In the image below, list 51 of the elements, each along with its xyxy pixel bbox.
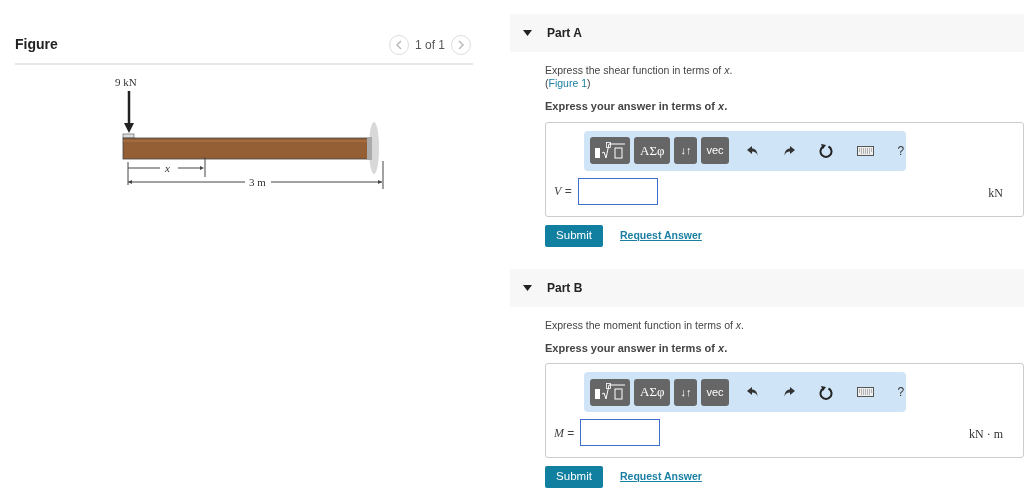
- answer-instruction: Express your answer in terms of x.: [545, 99, 729, 114]
- load-label: 9 kN: [115, 76, 137, 88]
- help-button[interactable]: ?: [897, 141, 905, 160]
- wall-support: [367, 122, 379, 174]
- figure-reference: (Figure 1): [545, 77, 592, 90]
- load-plate: [122, 133, 135, 139]
- part-header[interactable]: Part B: [510, 268, 1024, 307]
- part-header[interactable]: Part A: [510, 14, 1024, 52]
- vec-button[interactable]: vec: [701, 378, 729, 406]
- template-button[interactable]: [590, 137, 630, 164]
- template-icon: [594, 383, 626, 401]
- keyboard-icon[interactable]: [856, 145, 874, 156]
- greek-button[interactable]: ΑΣφ: [634, 137, 671, 164]
- x-label: x: [165, 162, 170, 174]
- submit-button[interactable]: Submit: [545, 224, 603, 247]
- template-button[interactable]: [590, 378, 630, 406]
- collapse-icon[interactable]: [523, 284, 532, 291]
- vec-button[interactable]: vec: [701, 137, 729, 164]
- arrows-button[interactable]: ↓↑: [674, 378, 698, 406]
- help-button[interactable]: ?: [897, 383, 905, 401]
- variable-label: V =: [554, 183, 572, 200]
- request-answer-link[interactable]: Request Answer: [620, 469, 702, 485]
- question-prompt: Express the moment function in terms of x.: [545, 317, 745, 332]
- figure-title: Figure: [15, 35, 58, 54]
- request-answer-link[interactable]: Request Answer: [620, 227, 702, 244]
- undo-icon[interactable]: [746, 145, 759, 156]
- submit-button[interactable]: Submit: [545, 466, 603, 488]
- part-title: Part B: [547, 279, 583, 297]
- chevron-right-icon: [457, 39, 465, 50]
- length-label: 3 m: [249, 176, 266, 188]
- chevron-left-icon: [394, 39, 403, 50]
- unit-label: kN · m: [969, 426, 1003, 443]
- load-arrow: [124, 91, 134, 133]
- reset-icon[interactable]: [818, 384, 833, 400]
- answer-instruction: Express your answer in terms of x.: [545, 340, 729, 356]
- page-counter: 1 of 1: [414, 36, 445, 54]
- redo-icon[interactable]: [782, 387, 795, 397]
- template-icon: [594, 141, 626, 160]
- part-title: Part A: [547, 25, 582, 42]
- reset-icon[interactable]: [818, 143, 833, 158]
- undo-icon[interactable]: [746, 387, 759, 397]
- answer-input[interactable]: [580, 419, 661, 446]
- collapse-icon[interactable]: [523, 30, 532, 36]
- arrows-button[interactable]: ↓↑: [674, 137, 698, 164]
- variable-label: M =: [554, 424, 575, 442]
- question-prompt: Express the shear function in terms of x.: [545, 63, 734, 77]
- redo-icon[interactable]: [782, 145, 795, 156]
- keyboard-icon[interactable]: [856, 387, 874, 397]
- answer-input[interactable]: [577, 177, 658, 205]
- unit-label: kN: [988, 184, 1003, 202]
- greek-button[interactable]: ΑΣφ: [634, 378, 671, 406]
